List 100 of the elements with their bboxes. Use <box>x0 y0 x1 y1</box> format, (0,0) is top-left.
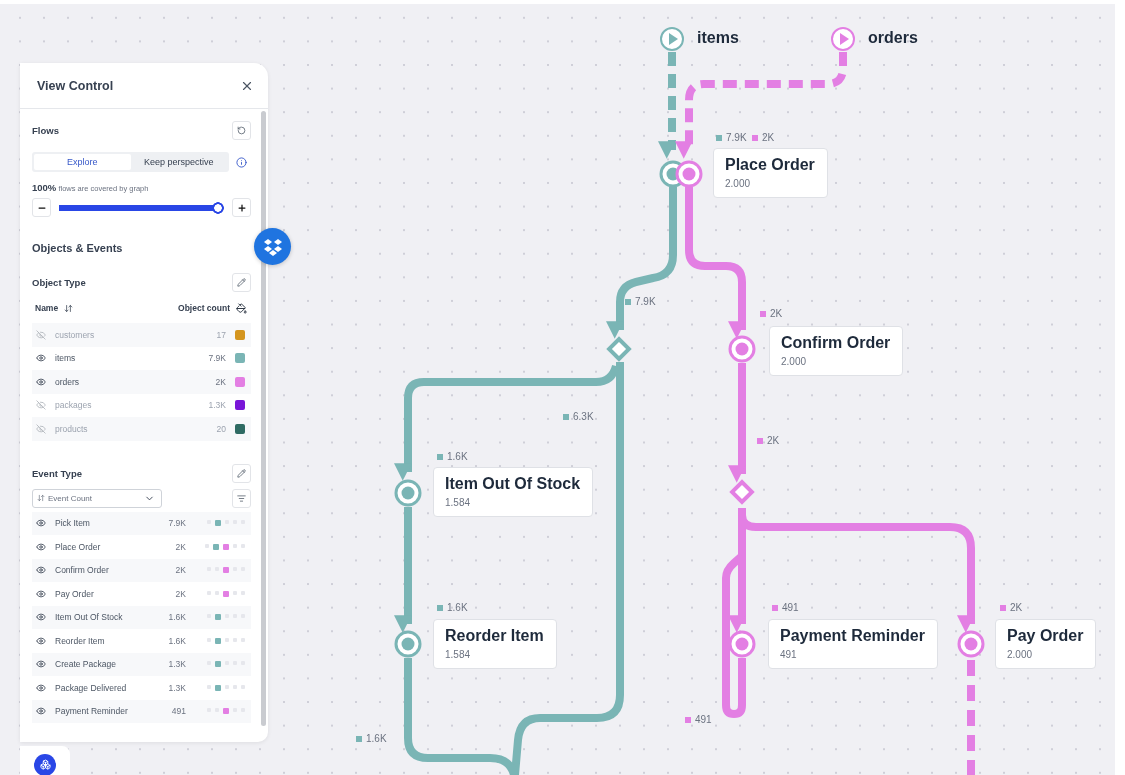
event-card[interactable]: Payment Reminder 491 <box>768 619 938 669</box>
section-title: Objects & Events <box>32 242 123 254</box>
color-swatch[interactable] <box>235 329 245 340</box>
scrollbar[interactable] <box>261 111 266 726</box>
object-count: 1.3K <box>208 400 226 411</box>
event-type-name: Payment Reminder <box>55 706 129 717</box>
flow-frequency: 7.9K <box>726 132 747 143</box>
event-count: 7.9K <box>168 518 186 529</box>
color-swatch[interactable] <box>235 353 245 364</box>
flow-frequency: 1.6K <box>447 451 468 462</box>
event-count: 1.3K <box>168 659 186 670</box>
event-count: 2K <box>175 541 186 552</box>
section-title: Flows <box>32 124 59 136</box>
event-type-name: Pay Order <box>55 588 95 599</box>
eye-icon[interactable] <box>36 565 46 576</box>
mode-tab[interactable]: Keep perspective <box>130 154 227 170</box>
event-count: 1.584 <box>445 497 472 508</box>
event-title: Item Out Of Stock <box>445 475 581 493</box>
filter-icon <box>237 493 246 503</box>
event-count: 1.6K <box>168 635 186 646</box>
pencil-icon <box>237 469 246 478</box>
flow-frequency: 2K <box>767 435 780 446</box>
event-card[interactable]: Reorder Item 1.584 <box>433 619 557 669</box>
object-count: 7.9K <box>208 353 226 364</box>
eye-icon[interactable] <box>36 588 46 599</box>
eye-icon[interactable] <box>36 376 46 387</box>
column-header[interactable]: Object count <box>178 303 230 313</box>
object-type-name: orders <box>55 376 81 387</box>
eye-icon[interactable] <box>36 541 46 552</box>
flow-frequency: 7.9K <box>635 296 656 307</box>
event-type-name: Package Delivered <box>55 682 128 693</box>
event-count: 2.000 <box>725 178 752 189</box>
toggle-panel-button[interactable] <box>34 753 56 775</box>
event-title: Reorder Item <box>445 627 544 645</box>
pencil-icon <box>237 277 246 287</box>
event-card[interactable]: Item Out Of Stock 1.584 <box>433 467 594 517</box>
minus-button[interactable] <box>32 198 51 217</box>
object-source-label: orders <box>868 29 918 47</box>
boxes-icon <box>39 759 51 770</box>
subsection-title: Event Type <box>32 468 82 479</box>
reset-icon <box>237 125 246 135</box>
event-type-name: Confirm Order <box>55 565 110 576</box>
object-count: 17 <box>216 329 226 340</box>
object-count: 2K <box>215 376 226 387</box>
eye-icon[interactable] <box>36 518 46 529</box>
flow-frequency: 491 <box>782 602 799 613</box>
plus-icon <box>236 202 247 213</box>
paint-bucket-icon[interactable] <box>236 302 247 314</box>
column-header[interactable]: Name <box>35 303 59 313</box>
sort-dropdown[interactable]: Event Count <box>32 488 162 508</box>
eye-icon[interactable] <box>36 659 46 670</box>
mode-tab[interactable]: Explore <box>34 154 131 170</box>
eye-icon[interactable] <box>36 612 46 623</box>
event-count: 1.584 <box>445 649 472 660</box>
color-swatch[interactable] <box>235 400 245 411</box>
event-count: 491 <box>171 706 186 717</box>
event-type-name: Place Order <box>55 541 102 552</box>
flow-frequency: 491 <box>695 714 712 725</box>
flow-frequency: 2K <box>762 132 775 143</box>
flow-frequency: 1.6K <box>447 602 468 613</box>
event-type-name: Pick Item <box>55 518 91 529</box>
event-title: Payment Reminder <box>780 627 925 645</box>
flow-frequency: 2K <box>1010 602 1023 613</box>
event-card[interactable]: Pay Order 2.000 <box>995 619 1097 669</box>
reset-button[interactable] <box>232 120 251 140</box>
eye-icon[interactable] <box>36 353 46 364</box>
object-type-name: customers <box>55 329 96 340</box>
panel-title: View Control <box>37 78 114 93</box>
color-swatch[interactable] <box>235 376 245 387</box>
plus-button[interactable] <box>232 198 251 217</box>
color-swatch[interactable] <box>235 423 245 434</box>
event-card[interactable]: Confirm Order 2.000 <box>769 326 904 376</box>
event-title: Pay Order <box>1007 627 1084 645</box>
event-title: Place Order <box>725 156 815 174</box>
event-title: Confirm Order <box>781 334 891 352</box>
info-icon[interactable] <box>236 156 247 168</box>
object-count: 20 <box>216 423 226 434</box>
event-type-name: Reorder Item <box>55 635 106 646</box>
event-count: 1.6K <box>168 612 186 623</box>
object-type-name: products <box>55 423 89 434</box>
flow-frequency: 1.6K <box>366 733 387 744</box>
event-count: 1.3K <box>168 682 186 693</box>
event-count: 2K <box>175 565 186 576</box>
event-card[interactable]: Place Order 2.000 <box>713 148 828 198</box>
sort-icon <box>37 494 45 502</box>
flow-frequency: 6.3K <box>573 411 594 422</box>
object-source-label: items <box>697 29 739 47</box>
event-count: 2.000 <box>1007 649 1034 660</box>
eye-icon[interactable] <box>36 706 46 717</box>
event-count: 2K <box>175 588 186 599</box>
eye-icon[interactable] <box>36 635 46 646</box>
eye-icon[interactable] <box>36 682 46 693</box>
boxes-icon <box>262 236 283 257</box>
subsection-title: Object Type <box>32 276 86 288</box>
object-type-name: items <box>55 353 77 364</box>
event-count: 2.000 <box>781 356 808 367</box>
sort-icon[interactable] <box>64 303 74 313</box>
event-count: 491 <box>780 649 798 660</box>
event-type-name: Create Package <box>55 659 117 670</box>
flow-frequency: 2K <box>770 308 783 319</box>
